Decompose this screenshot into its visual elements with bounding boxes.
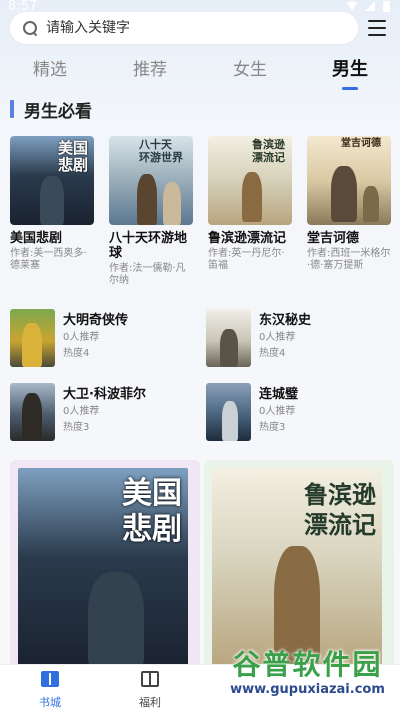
list-item[interactable]: 连城璧 0人推荐 热度3 xyxy=(206,383,400,443)
book-card[interactable]: 美国悲剧 美国悲剧 作者:美一西奥多·德莱塞 xyxy=(10,136,94,287)
book-cover[interactable]: 八十天 环游世界 xyxy=(109,136,193,225)
book-cover[interactable] xyxy=(206,309,251,367)
cover-figure xyxy=(222,401,238,441)
book-cover[interactable]: 美国悲剧 xyxy=(10,136,94,225)
book-cover[interactable]: 堂吉诃德 xyxy=(307,136,391,225)
search-icon xyxy=(22,20,38,36)
nav-welfare[interactable]: 福利 xyxy=(100,665,200,710)
cover-title: 堂吉诃德 xyxy=(341,138,381,149)
list-item[interactable]: 东汉秘史 0人推荐 热度4 xyxy=(206,309,400,369)
list-item[interactable]: 大卫·科波菲尔 0人推荐 热度3 xyxy=(10,383,206,443)
book-title: 美国悲剧 xyxy=(10,231,63,246)
cover-title: 鲁滨逊 漂流记 xyxy=(304,480,376,539)
menu-icon-line xyxy=(368,27,386,29)
tab-male[interactable]: 男生 xyxy=(300,56,400,92)
nav-bookstore[interactable]: 书城 xyxy=(0,665,100,710)
book-icon xyxy=(41,671,59,687)
watermark-url: www.gupuxiazai.com xyxy=(230,682,385,697)
book-title: 八十天环游地球 xyxy=(109,231,188,261)
heat-value: 热度4 xyxy=(63,348,90,359)
book-title: 大明奇侠传 xyxy=(63,313,129,328)
heat-value: 热度4 xyxy=(259,348,286,359)
large-book-card[interactable]: 美国 悲剧 xyxy=(10,460,200,670)
nav-label: 福利 xyxy=(139,696,161,709)
menu-icon-line xyxy=(368,34,386,36)
wifi-icon xyxy=(347,1,357,11)
book-cover[interactable] xyxy=(206,383,251,441)
book-title: 鲁滨逊漂流记 xyxy=(208,231,287,246)
gift-icon xyxy=(141,671,159,687)
tab-featured[interactable]: 精选 xyxy=(0,56,100,92)
featured-books: 美国悲剧 美国悲剧 作者:美一西奥多·德莱塞 八十天 环游世界 八十天环游地球 … xyxy=(10,136,391,287)
cover-figure xyxy=(22,393,42,441)
cover-figure xyxy=(88,572,144,668)
book-title: 东汉秘史 xyxy=(259,313,312,328)
cover-figure xyxy=(163,182,181,225)
recommend-count: 0人推荐 xyxy=(259,406,296,417)
search-input[interactable] xyxy=(46,20,326,36)
cover-figure xyxy=(363,186,379,222)
book-title: 堂吉诃德 xyxy=(307,231,360,246)
list-item-info: 大明奇侠传 0人推荐 热度4 xyxy=(63,309,128,369)
cover-title: 鲁滨逊 漂流记 xyxy=(252,138,285,164)
search-bar[interactable] xyxy=(10,12,358,44)
book-author: 作者:英一丹尼尔·笛福 xyxy=(208,248,285,271)
book-title: 连城璧 xyxy=(259,387,299,402)
cover-figure xyxy=(220,329,238,367)
tab-female[interactable]: 女生 xyxy=(200,56,300,92)
list-item[interactable]: 大明奇侠传 0人推荐 热度4 xyxy=(10,309,206,369)
recommend-count: 0人推荐 xyxy=(63,332,100,343)
menu-button[interactable] xyxy=(368,20,386,36)
book-list: 大明奇侠传 0人推荐 热度4 东汉秘史 0人推荐 热度4 大卫·科波菲尔 0人推… xyxy=(10,309,400,443)
book-cover[interactable] xyxy=(10,383,55,441)
cover-figure xyxy=(40,176,64,225)
watermark: 谷普软件园 www.gupuxiazai.com xyxy=(215,648,400,710)
cover-title: 八十天 环游世界 xyxy=(139,138,183,164)
nav-label: 书城 xyxy=(39,696,61,709)
cover-title: 美国悲剧 xyxy=(58,139,89,174)
book-card[interactable]: 堂吉诃德 堂吉诃德 作者:西班一米格尔·德·塞万提斯 xyxy=(307,136,391,287)
book-cover[interactable]: 鲁滨逊 漂流记 xyxy=(208,136,292,225)
book-author: 作者:美一西奥多·德莱塞 xyxy=(10,248,87,271)
book-title: 大卫·科波菲尔 xyxy=(63,387,146,402)
recommend-count: 0人推荐 xyxy=(259,332,296,343)
battery-icon xyxy=(383,1,390,12)
recommend-count: 0人推荐 xyxy=(63,406,100,417)
large-covers: 美国 悲剧 鲁滨逊 漂流记 xyxy=(10,460,395,670)
watermark-title: 谷普软件园 xyxy=(232,648,383,681)
list-item-info: 东汉秘史 0人推荐 热度4 xyxy=(259,309,311,369)
section-title: 男生必看 xyxy=(24,101,92,122)
cover-figure xyxy=(137,174,157,225)
book-card[interactable]: 八十天 环游世界 八十天环游地球 作者:法一儒勒·凡尔纳 xyxy=(109,136,193,287)
large-book-cover[interactable]: 鲁滨逊 漂流记 xyxy=(212,468,382,668)
section-header: 男生必看 xyxy=(10,98,92,122)
menu-icon-line xyxy=(368,20,386,22)
section-bar xyxy=(10,100,14,118)
large-book-card[interactable]: 鲁滨逊 漂流记 xyxy=(204,460,394,670)
book-cover[interactable] xyxy=(10,309,55,367)
list-item-info: 连城璧 0人推荐 热度3 xyxy=(259,383,298,443)
cover-figure xyxy=(22,323,42,367)
status-icons xyxy=(347,1,390,12)
book-card[interactable]: 鲁滨逊 漂流记 鲁滨逊漂流记 作者:英一丹尼尔·笛福 xyxy=(208,136,292,287)
cover-figure xyxy=(331,166,357,222)
tab-recommended[interactable]: 推荐 xyxy=(100,56,200,92)
signal-icon xyxy=(365,1,375,11)
cover-title: 美国 悲剧 xyxy=(122,476,182,547)
category-tabs: 精选 推荐 女生 男生 xyxy=(0,56,400,92)
book-author: 作者:法一儒勒·凡尔纳 xyxy=(109,263,186,286)
cover-figure xyxy=(242,172,262,222)
heat-value: 热度3 xyxy=(259,422,286,433)
list-item-info: 大卫·科波菲尔 0人推荐 热度3 xyxy=(63,383,146,443)
large-book-cover[interactable]: 美国 悲剧 xyxy=(18,468,188,668)
book-author: 作者:西班一米格尔·德·塞万提斯 xyxy=(307,248,391,271)
heat-value: 热度3 xyxy=(63,422,90,433)
